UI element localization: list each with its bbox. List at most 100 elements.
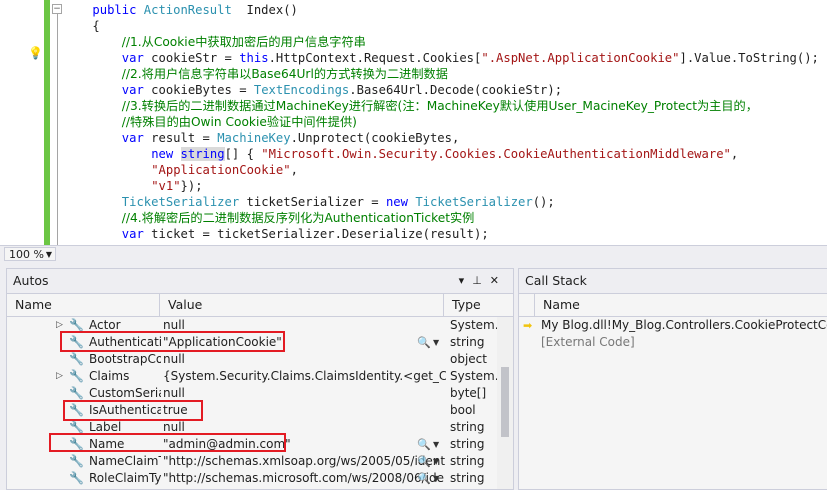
autos-title-bar: Autos ▾⊥✕ — [7, 269, 513, 294]
code-token: var — [121, 51, 144, 65]
lightbulb-icon[interactable]: 💡 — [28, 46, 43, 60]
chevron-down-icon[interactable]: ▼ — [433, 453, 439, 470]
code-token: //1.从Cookie中获取加密后的用户信息字符串 — [121, 35, 366, 49]
variable-type: byte[] — [450, 386, 487, 400]
code-token: ticketSerializer = — [239, 195, 386, 209]
outlining-margin: − — [52, 0, 66, 245]
code-token: ticket = ticketSerializer.Deserialize(re… — [143, 227, 489, 241]
autos-title: Autos — [13, 273, 49, 288]
magnifier-icon[interactable]: 🔍 — [417, 470, 431, 487]
code-token: { — [92, 19, 100, 33]
call-stack-title-bar: Call Stack — [519, 269, 827, 294]
code-line: TicketSerializer ticketSerializer = new … — [92, 194, 827, 210]
magnifier-icon[interactable]: 🔍 — [417, 453, 431, 470]
magnifier-icon[interactable]: 🔍 — [417, 436, 431, 453]
variable-name: Claims — [89, 369, 130, 383]
magnifier-icon[interactable]: 🔍 — [417, 334, 431, 351]
variable-type: string — [450, 420, 485, 434]
code-line: var result = MachineKey.Unprotect(cookie… — [92, 130, 827, 146]
window-position-dropdown-icon[interactable]: ▾ — [459, 274, 473, 287]
property-wrench-icon: 🔧 — [69, 454, 84, 468]
property-wrench-icon: 🔧 — [69, 369, 84, 383]
call-stack-frame[interactable]: ➡ My Blog.dll!My_Blog.Controllers.CookieP… — [519, 317, 827, 334]
zoom-level: 100 % — [9, 248, 44, 261]
variable-name: NameClaimT — [89, 454, 161, 468]
code-line: "v1"}); — [92, 178, 827, 194]
code-token: Index() — [231, 3, 298, 17]
code-token: new — [385, 195, 416, 209]
code-lines: public ActionResult Index(){ //1.从Cookie中… — [92, 2, 827, 242]
code-token: result = — [143, 131, 218, 145]
autos-row[interactable]: 🔧 NameClaimT "http://schemas.xmlsoap.org/w… — [7, 453, 513, 470]
change-tracking-bar — [44, 0, 50, 245]
code-token: ActionResult — [143, 3, 232, 17]
variable-value[interactable]: "http://schemas.microsoft.com/ws/2008/06… — [160, 470, 446, 487]
autos-scrollbar[interactable] — [497, 317, 513, 489]
outline-guide — [57, 14, 58, 245]
code-line: "ApplicationCookie", — [92, 162, 827, 178]
code-token: "Microsoft.Owin.Security.Cookies.CookieA… — [261, 147, 731, 161]
code-token: new — [151, 147, 181, 161]
code-token: //2.将用户信息字符串以Base64Url的方式转换为二进制数据 — [121, 67, 448, 81]
chevron-down-icon[interactable]: ▼ — [433, 470, 439, 487]
variable-type: string — [450, 437, 485, 451]
chevron-down-icon: ▼ — [45, 250, 52, 259]
autos-row[interactable]: 🔧 BootstrapConnull object — [7, 351, 513, 368]
code-line: //1.从Cookie中获取加密后的用户信息字符串 — [92, 34, 827, 50]
pin-icon[interactable]: ⊥ — [472, 274, 490, 287]
variable-type: bool — [450, 403, 476, 417]
code-line: var cookieStr = this.HttpContext.Request… — [92, 50, 827, 66]
call-stack-frames: ➡ My Blog.dll!My_Blog.Controllers.CookieP… — [519, 317, 827, 351]
scrollbar-thumb[interactable] — [501, 367, 509, 437]
code-token: cookieBytes = — [143, 83, 254, 97]
code-line: var ticket = ticketSerializer.Deserializ… — [92, 226, 827, 242]
editor-statusbar: 100 % ▼ — [0, 245, 827, 263]
code-token: MachineKey — [217, 131, 291, 145]
code-line: //3.转换后的二进制数据通过MachineKey进行解密(注：MachineK… — [92, 98, 827, 114]
code-line: public ActionResult Index() — [92, 2, 827, 18]
autos-header: Name Value Type — [7, 294, 513, 317]
code-line: //2.将用户信息字符串以Base64Url的方式转换为二进制数据 — [92, 66, 827, 82]
autos-row[interactable]: 🔧 RoleClaimTyp"http://schemas.microsoft.c… — [7, 470, 513, 487]
code-token: //特殊目的由Owin Cookie验证中间件提供) — [121, 115, 357, 129]
column-header-indicator — [519, 294, 535, 316]
code-token: var — [121, 227, 144, 241]
column-header-name[interactable]: Name — [7, 294, 160, 316]
code-token: [] { — [224, 147, 262, 161]
call-stack-frame[interactable]: [External Code] — [519, 334, 827, 351]
variable-type: System.S — [450, 318, 502, 332]
chevron-down-icon[interactable]: ▼ — [433, 334, 439, 351]
variable-type: string — [450, 471, 485, 485]
code-token: string — [180, 147, 225, 161]
call-stack-title: Call Stack — [525, 273, 587, 288]
frame-text: [External Code] — [541, 335, 635, 349]
code-token: ].Value.ToString(); — [679, 51, 819, 65]
variable-value[interactable]: {System.Security.Claims.ClaimsIdentity.<… — [160, 368, 446, 385]
highlight-box-is-authenticated — [63, 400, 203, 421]
code-token: }); — [180, 179, 203, 193]
variable-type: string — [450, 335, 485, 349]
code-editor[interactable]: 💡 − public ActionResult Index(){ //1.从Coo… — [0, 0, 827, 245]
variable-type: System.C — [450, 369, 502, 383]
highlight-box-name — [49, 433, 286, 452]
variable-value[interactable]: "http://schemas.xmlsoap.org/ws/2005/05/i… — [160, 453, 446, 470]
expand-arrow-icon[interactable]: ▷ — [56, 368, 63, 385]
call-stack-window: Call Stack Name ➡ My Blog.dll!My_Blog.Con… — [518, 268, 827, 490]
zoom-combo[interactable]: 100 % ▼ — [4, 247, 56, 261]
code-token: , — [730, 147, 739, 161]
column-header-type[interactable]: Type — [444, 294, 513, 316]
code-token: .Unprotect(cookieBytes, — [290, 131, 460, 145]
code-line: var cookieBytes = TextEncodings.Base64Ur… — [92, 82, 827, 98]
column-header-value[interactable]: Value — [160, 294, 444, 316]
close-icon[interactable]: ✕ — [490, 274, 507, 287]
code-token: ".AspNet.ApplicationCookie" — [481, 51, 680, 65]
code-line: //4.将解密后的二进制数据反序列化为AuthenticationTicket实… — [92, 210, 827, 226]
variable-value[interactable]: null — [160, 351, 446, 368]
collapse-icon[interactable]: − — [52, 4, 62, 14]
autos-row[interactable]: ▷ 🔧 Claims {System.Security.Claims.ClaimsId… — [7, 368, 513, 385]
variable-type: object — [450, 352, 487, 366]
frame-text: My Blog.dll!My_Blog.Controllers.CookiePr… — [541, 318, 827, 332]
code-token: //3.转换后的二进制数据通过MachineKey进行解密(注：MachineK… — [121, 99, 758, 113]
column-header-name[interactable]: Name — [535, 294, 827, 316]
chevron-down-icon[interactable]: ▼ — [433, 436, 439, 453]
